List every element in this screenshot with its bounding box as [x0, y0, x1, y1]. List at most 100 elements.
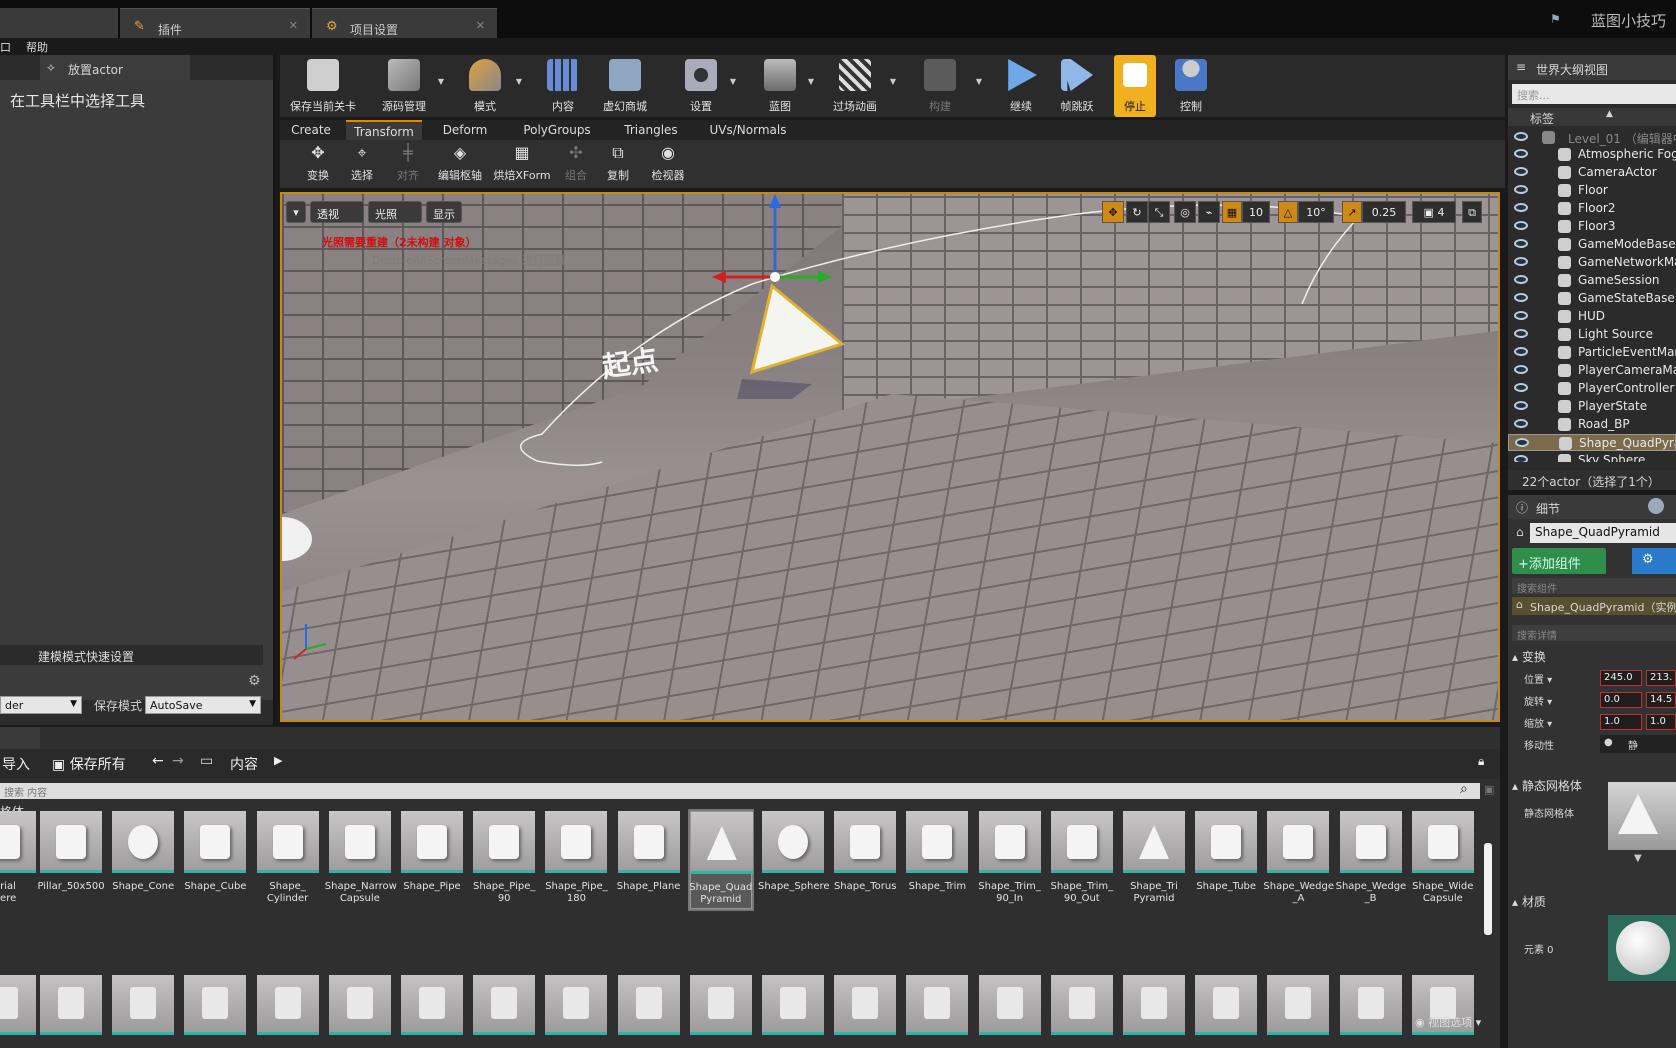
left-mode-select[interactable]: der ▼: [0, 696, 82, 714]
chevron-down-icon[interactable]: ▼: [438, 77, 444, 86]
tab-create[interactable]: Create: [286, 120, 336, 140]
location-y-field[interactable]: 213.: [1646, 670, 1676, 686]
asset-tile[interactable]: [978, 975, 1041, 1035]
outliner-row[interactable]: Road_BP: [1508, 416, 1676, 433]
asset-tile[interactable]: Shape_Tube: [1195, 811, 1258, 909]
asset-tile[interactable]: [1339, 975, 1402, 1035]
tab-deform[interactable]: Deform: [430, 120, 500, 140]
eye-icon[interactable]: [1514, 221, 1528, 230]
outliner-column-header[interactable]: 标签 ▲: [1508, 108, 1676, 126]
eye-icon[interactable]: [1514, 365, 1528, 374]
save-search-icon[interactable]: ▣: [1484, 783, 1494, 796]
eye-icon[interactable]: [1514, 149, 1528, 158]
eject-button[interactable]: 控制: [1164, 55, 1218, 117]
asset-grid-scrollbar[interactable]: [1484, 843, 1492, 935]
asset-tile[interactable]: [834, 975, 897, 1035]
outliner-row[interactable]: GameSession: [1508, 272, 1676, 289]
asset-tile[interactable]: Shape_Quad Pyramid: [687, 809, 754, 911]
duplicate-tool-button[interactable]: ⧉ 复制: [598, 140, 638, 188]
asset-tile[interactable]: Shape_Pipe_ 90: [473, 811, 535, 909]
save-level-button[interactable]: 保存当前关卡: [286, 55, 360, 117]
world-local-icon[interactable]: ◎: [1174, 201, 1196, 223]
viewport-options-button[interactable]: ▾: [286, 201, 306, 223]
content-button[interactable]: 内容: [535, 55, 591, 117]
transform-section[interactable]: ▴ 变换: [1512, 648, 1546, 665]
asset-tile[interactable]: Shape_Pipe_ 180: [545, 811, 608, 909]
maximize-viewport-icon[interactable]: ⧉: [1462, 201, 1482, 223]
grid-snap-toggle[interactable]: ▦: [1222, 201, 1242, 223]
outliner-row[interactable]: Sky Sphere: [1508, 452, 1676, 462]
chevron-down-icon[interactable]: ▼: [730, 77, 736, 86]
inspector-tool-button[interactable]: ◉ 检视器: [644, 140, 692, 188]
material-thumbnail[interactable]: [1608, 915, 1676, 981]
asset-tile[interactable]: Shape_Wedge _B: [1336, 811, 1406, 909]
eye-icon[interactable]: [1514, 293, 1528, 302]
search-details-input[interactable]: 搜索详情: [1512, 625, 1676, 642]
close-icon[interactable]: ✕: [289, 19, 298, 32]
grid-snap-value[interactable]: 10: [1242, 201, 1270, 223]
asset-tile[interactable]: Shape_Trim: [906, 811, 969, 909]
eye-icon[interactable]: [1514, 401, 1528, 410]
asset-tile[interactable]: [328, 975, 391, 1035]
eye-icon[interactable]: [1514, 347, 1528, 356]
asset-tile[interactable]: Shape_Wide Capsule: [1411, 811, 1474, 909]
outliner-row[interactable]: PlayerState: [1508, 398, 1676, 415]
perspective-button[interactable]: 透视: [310, 201, 364, 223]
lighting-button[interactable]: 光照: [368, 201, 422, 223]
rotation-snap-toggle[interactable]: △: [1278, 201, 1298, 223]
chevron-down-icon[interactable]: ▼: [976, 77, 982, 86]
outliner-row[interactable]: Light Source: [1508, 326, 1676, 343]
outliner-row[interactable]: GameStateBase: [1508, 290, 1676, 307]
asset-tile[interactable]: Shape_Sphere: [758, 811, 830, 909]
scale-snap-toggle[interactable]: ↗: [1342, 201, 1362, 223]
asset-tile[interactable]: [1050, 975, 1113, 1035]
level-viewport[interactable]: ▾ 透视 光照 显示 光照需要重建（2未构建 对象） DisableAllScr…: [280, 192, 1500, 722]
eye-icon[interactable]: [1514, 455, 1528, 462]
translate-mode-button[interactable]: ✥: [1102, 201, 1124, 223]
eye-icon[interactable]: [1514, 239, 1528, 248]
close-icon[interactable]: ✕: [476, 19, 485, 32]
rotation-snap-value[interactable]: 10°: [1298, 201, 1334, 223]
modes-button[interactable]: 模式 ▼: [450, 55, 522, 117]
breadcrumb-content[interactable]: 内容: [230, 754, 258, 774]
asset-tile[interactable]: erial here: [0, 811, 36, 909]
outliner-row[interactable]: GameModeBase: [1508, 236, 1676, 253]
eye-icon[interactable]: [1514, 257, 1528, 266]
scale-snap-value[interactable]: 0.25: [1362, 201, 1406, 223]
asset-tile[interactable]: [906, 975, 969, 1035]
scale-y-field[interactable]: 1.0: [1646, 714, 1676, 730]
view-options-button[interactable]: ◉ 视图选项 ▾: [1415, 1014, 1481, 1030]
asset-tile[interactable]: [112, 975, 175, 1035]
scale-x-field[interactable]: 1.0: [1600, 714, 1642, 730]
actor-name-field[interactable]: Shape_QuadPyramid: [1530, 523, 1676, 543]
asset-tile[interactable]: [689, 975, 752, 1035]
eye-icon[interactable]: [1514, 167, 1528, 176]
chevron-down-icon[interactable]: ▼: [516, 77, 522, 86]
blueprint-component-icon[interactable]: ⚙: [1632, 548, 1676, 574]
search-components-input[interactable]: 搜索组件: [1512, 578, 1676, 595]
asset-tile[interactable]: [401, 975, 463, 1035]
marketplace-button[interactable]: 虚幻商城: [594, 55, 656, 117]
asset-tile[interactable]: Shape_Tri Pyramid: [1123, 811, 1185, 909]
tab-uvs-normals[interactable]: UVs/Normals: [696, 120, 800, 140]
eye-icon[interactable]: [1514, 185, 1528, 194]
outliner-row[interactable]: HUD: [1508, 308, 1676, 325]
asset-tile[interactable]: [256, 975, 319, 1035]
scale-label[interactable]: 缩放 ▾: [1524, 715, 1552, 730]
asset-tile[interactable]: [40, 975, 102, 1035]
asset-tile[interactable]: [1267, 975, 1330, 1035]
rotation-x-field[interactable]: 0.0: [1600, 692, 1642, 708]
eye-icon[interactable]: [1515, 438, 1529, 447]
back-arrow-icon[interactable]: ←: [152, 753, 164, 769]
menu-item-window[interactable]: 口: [0, 39, 11, 55]
rotation-label[interactable]: 旋转 ▾: [1524, 693, 1552, 708]
outliner-row[interactable]: Atmospheric Fog: [1508, 146, 1676, 163]
menu-item-help[interactable]: 帮助: [26, 39, 48, 55]
breadcrumb-chevron-icon[interactable]: ▶: [274, 754, 282, 767]
asset-tile[interactable]: [1123, 975, 1185, 1035]
eye-icon[interactable]: [1514, 203, 1528, 212]
chevron-down-icon[interactable]: ▼: [808, 77, 814, 86]
outliner-row[interactable]: Floor2: [1508, 200, 1676, 217]
tab-plugins[interactable]: ✎ 插件 ✕: [120, 8, 310, 38]
mobility-toggle[interactable]: ● 静: [1600, 735, 1676, 753]
